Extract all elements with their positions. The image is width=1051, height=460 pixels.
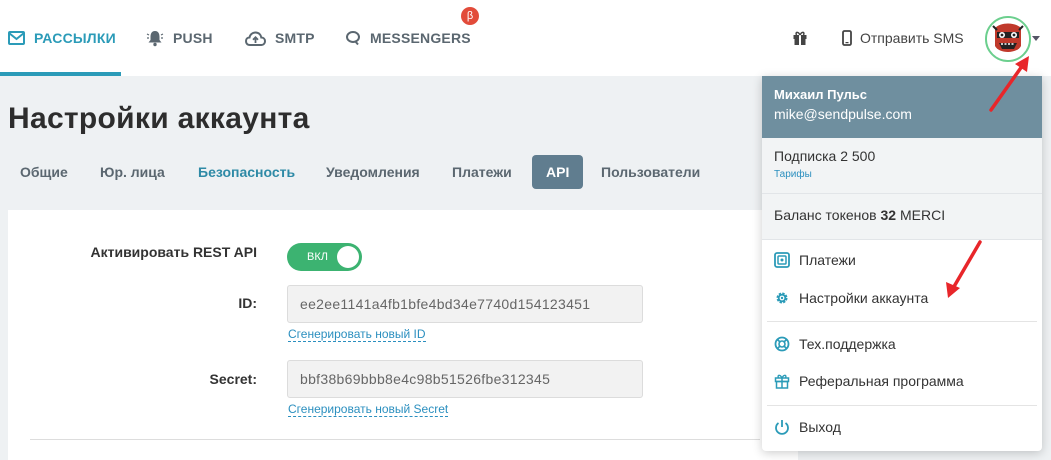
toggle-knob (337, 246, 359, 268)
balance-prefix: Баланс токенов (774, 207, 877, 223)
tab-legal-entities[interactable]: Юр. лица (100, 155, 165, 189)
menu-item-label: Настройки аккаунта (799, 290, 929, 306)
menu-item-referral[interactable]: Реферальная программа (774, 369, 964, 393)
nav-push[interactable]: PUSH (146, 0, 213, 76)
secret-label: Secret: (209, 371, 257, 387)
menu-item-label: Платежи (799, 252, 856, 268)
menu-item-account-settings[interactable]: Настройки аккаунта (774, 286, 928, 310)
account-dropdown-menu: Михаил Пульс mike@sendpulse.com Подписка… (762, 76, 1042, 451)
chat-bubble-icon (346, 31, 360, 46)
gift-icon (774, 374, 790, 389)
token-balance: Баланс токенов 32 MERCI (762, 194, 1042, 240)
gear-icon (776, 292, 788, 304)
tab-payments[interactable]: Платежи (452, 155, 512, 189)
nav-messengers-label: MESSENGERS (370, 30, 471, 46)
nav-campaigns-label: РАССЫЛКИ (34, 30, 116, 46)
bell-icon (146, 31, 164, 47)
subscription-text: Подписка 2 500 (774, 148, 876, 164)
generate-id-link[interactable]: Сгенерировать новый ID (288, 327, 426, 342)
rest-api-toggle[interactable]: ВКЛ (287, 243, 362, 271)
tab-users[interactable]: Пользователи (601, 155, 700, 189)
annotation-arrow-settings (946, 240, 982, 298)
send-sms-link[interactable]: Отправить SMS (842, 0, 964, 76)
beta-badge: β (461, 7, 479, 25)
phone-icon (842, 30, 852, 46)
tab-general[interactable]: Общие (20, 155, 68, 189)
menu-item-label: Реферальная программа (799, 373, 964, 389)
menu-item-label: Выход (799, 419, 841, 435)
send-sms-label: Отправить SMS (860, 30, 964, 46)
cloud-icon (245, 30, 266, 46)
menu-divider (767, 321, 1037, 322)
menu-item-support[interactable]: Тех.поддержка (774, 332, 896, 356)
top-navigation: РАССЫЛКИ PUSH SMTP MESSENGERS β Отправит… (0, 0, 1051, 76)
annotation-arrow-avatar (989, 56, 1029, 112)
api-id-field[interactable]: ee2ee1141a4fb1bfe4bd34e7740d154123451 (287, 285, 643, 323)
tab-notifications[interactable]: Уведомления (326, 155, 420, 189)
api-secret-field[interactable]: bbf38b69bbb8e4c98b51526fbe312345 (287, 360, 643, 398)
plans-link[interactable]: Тарифы (774, 169, 1030, 180)
menu-item-label: Тех.поддержка (799, 336, 896, 352)
nav-smtp-label: SMTP (275, 30, 315, 46)
payments-icon (774, 252, 790, 268)
balance-amount: 32 (880, 207, 897, 223)
rest-api-label: Активировать REST API (90, 244, 257, 260)
generate-secret-link[interactable]: Сгенерировать новый Secret (288, 402, 449, 417)
subscription-block: Подписка 2 500 Тарифы (762, 138, 1042, 194)
active-tab-indicator (0, 72, 121, 76)
power-icon (775, 420, 789, 435)
gift-icon (793, 31, 807, 45)
chevron-down-icon[interactable] (1032, 36, 1040, 41)
nav-campaigns[interactable]: РАССЫЛКИ (8, 0, 116, 76)
menu-item-logout[interactable]: Выход (774, 415, 841, 439)
tab-security[interactable]: Безопасность (198, 155, 295, 189)
toggle-state-text: ВКЛ (307, 251, 328, 263)
menu-divider (767, 405, 1037, 406)
balance-unit: MERCI (899, 207, 946, 223)
card-divider (30, 439, 760, 440)
menu-item-payments[interactable]: Платежи (774, 248, 856, 272)
nav-smtp[interactable]: SMTP (245, 0, 315, 76)
lifebuoy-icon (774, 336, 790, 352)
nav-push-label: PUSH (173, 30, 213, 46)
gift-button[interactable] (792, 0, 808, 76)
envelope-icon (8, 31, 25, 45)
tab-api[interactable]: API (532, 155, 584, 189)
id-label: ID: (238, 295, 257, 311)
nav-messengers[interactable]: MESSENGERS (345, 0, 471, 76)
page-title: Настройки аккаунта (8, 102, 310, 135)
